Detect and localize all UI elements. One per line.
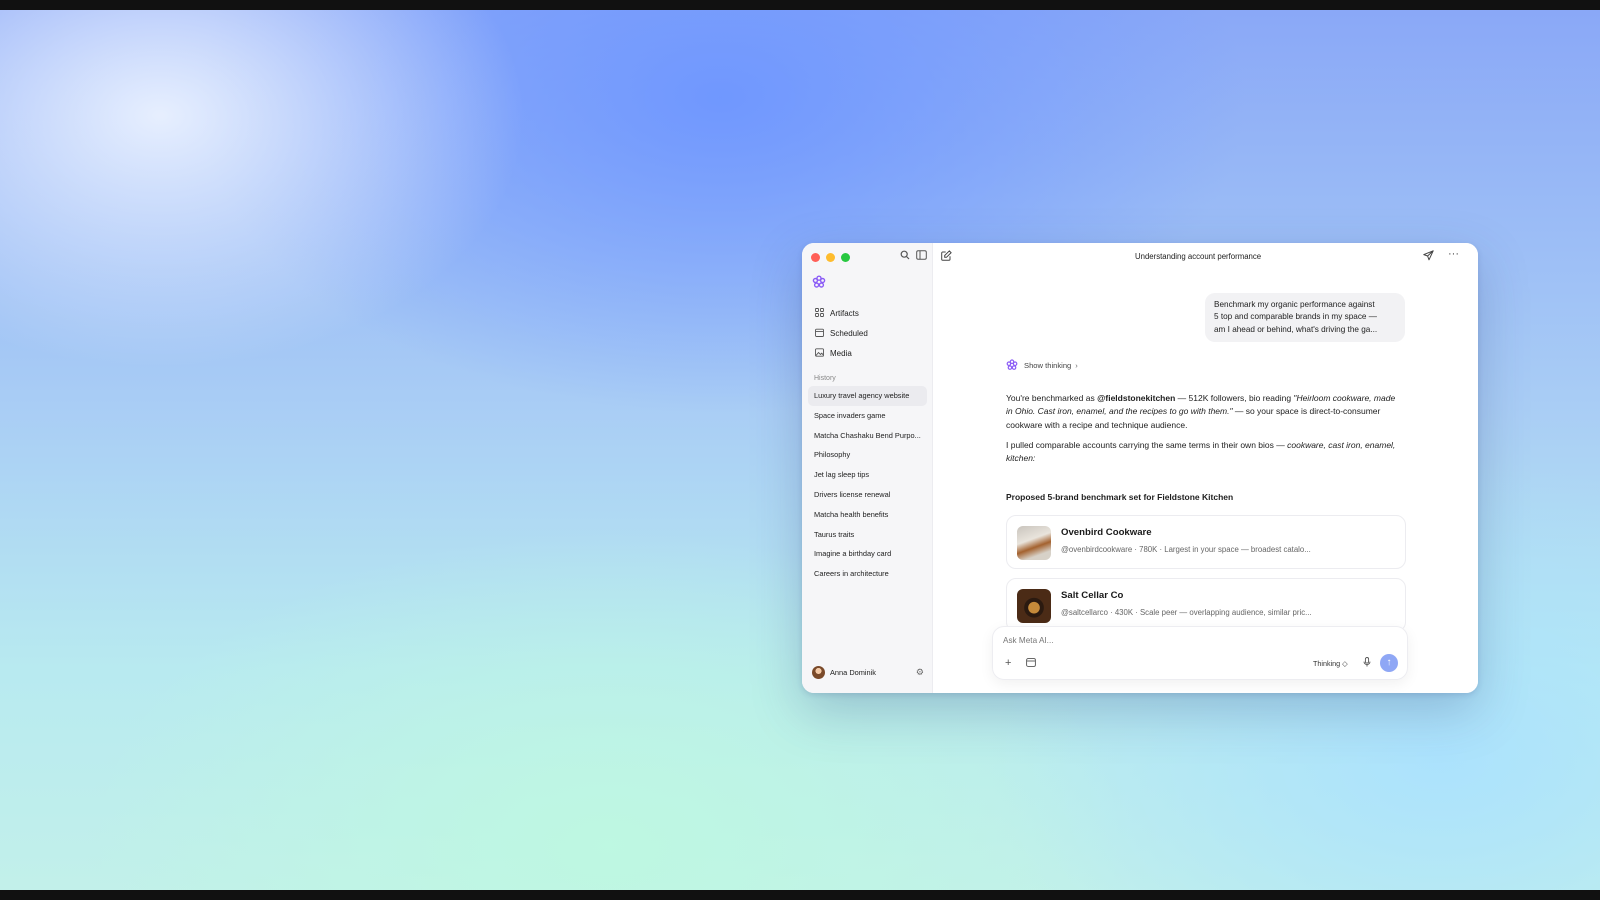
sidebar-item-artifacts[interactable]: Artifacts (808, 303, 927, 323)
gear-icon[interactable]: ⚙ (916, 667, 924, 678)
artifacts-icon (814, 307, 825, 319)
send-button[interactable]: ↑ (1380, 654, 1398, 672)
answer-text: I pulled comparable accounts carrying th… (1006, 439, 1288, 450)
meta-ai-logo-icon (812, 275, 826, 289)
sidebar-item-media[interactable]: Media (808, 343, 927, 363)
brand-detail: @ovenbirdcookware · 780K · Largest in yo… (1061, 545, 1311, 554)
add-icon[interactable]: + (1005, 657, 1011, 669)
answer-text: — 512K followers, bio reading (1175, 393, 1294, 403)
letterbox-bottom (0, 890, 1600, 900)
account-handle: @fieldstonekitchen (1097, 393, 1176, 403)
history-label: History (814, 375, 836, 382)
chevron-right-icon: › (1075, 360, 1078, 370)
message-input[interactable] (1003, 633, 1303, 647)
history-item[interactable]: Drivers license renewal (808, 485, 927, 505)
answer-paragraph: I pulled comparable accounts carrying th… (1006, 439, 1401, 466)
history-item[interactable]: Space invaders game (808, 406, 927, 426)
media-icon (814, 347, 825, 359)
more-options-icon[interactable]: ··· (1448, 248, 1459, 260)
answer-paragraph: You're benchmarked as @fieldstonekitchen… (1006, 392, 1401, 432)
attach-icon[interactable] (1026, 658, 1036, 670)
benchmark-section-title: Proposed 5-brand benchmark set for Field… (1006, 492, 1234, 502)
history-item[interactable]: Jet lag sleep tips (808, 465, 927, 485)
show-thinking-toggle[interactable]: Show thinking › (1006, 359, 1078, 371)
user-message-line: am I ahead or behind, what's driving the… (1214, 324, 1378, 334)
calendar-icon (814, 328, 825, 339)
mode-selector[interactable]: Thinking ◇ (1313, 659, 1348, 668)
sidebar: Artifacts Scheduled Media History Luxury… (802, 243, 933, 693)
avatar (812, 665, 825, 679)
user-message-bubble: Benchmark my organic performance against… (1205, 293, 1405, 343)
user-name: Anna Dominik (830, 667, 877, 677)
history-list: Luxury travel agency website Space invad… (808, 386, 927, 584)
app-window: Artifacts Scheduled Media History Luxury… (802, 243, 1478, 693)
history-item[interactable]: Taurus traits (808, 525, 927, 545)
chat-main: Understanding account performance ··· Be… (933, 243, 1478, 693)
sidebar-item-label: Artifacts (830, 308, 859, 318)
brand-thumbnail (1017, 526, 1051, 560)
answer-text: You're benchmarked as (1006, 393, 1098, 403)
meta-ai-logo-icon (1006, 359, 1018, 370)
brand-card[interactable]: Salt Cellar Co @saltcellarco · 430K · Sc… (1006, 578, 1406, 632)
user-message-line: 5 top and comparable brands in my space … (1214, 312, 1377, 322)
sidebar-toggle-icon[interactable] (914, 250, 928, 264)
show-thinking-label: Show thinking (1024, 360, 1072, 370)
microphone-icon[interactable] (1363, 657, 1371, 670)
history-item[interactable]: Philosophy (808, 445, 927, 465)
sidebar-nav: Artifacts Scheduled Media (808, 303, 927, 363)
search-icon[interactable] (898, 250, 912, 264)
history-item[interactable]: Matcha health benefits (808, 505, 927, 525)
new-chat-icon[interactable] (941, 250, 952, 264)
brand-name: Ovenbird Cookware (1061, 527, 1152, 538)
window-controls (811, 253, 850, 262)
minimize-window-button[interactable] (826, 253, 835, 262)
history-item[interactable]: Careers in architecture (808, 564, 927, 584)
history-item[interactable]: Matcha Chashaku Bend Purpo... (808, 426, 927, 446)
sidebar-item-label: Media (830, 348, 852, 358)
conversation-title: Understanding account performance (1129, 248, 1268, 266)
brand-card[interactable]: Ovenbird Cookware @ovenbirdcookware · 78… (1006, 515, 1406, 569)
assistant-answer: You're benchmarked as @fieldstonekitchen… (1006, 392, 1401, 472)
share-icon[interactable] (1423, 250, 1434, 264)
letterbox-top (0, 0, 1600, 10)
user-message-line: Benchmark my organic performance against (1214, 300, 1375, 309)
desktop-background: Artifacts Scheduled Media History Luxury… (0, 10, 1600, 890)
sidebar-item-label: Scheduled (830, 328, 868, 338)
brand-thumbnail (1017, 589, 1051, 623)
history-item[interactable]: Luxury travel agency website (808, 386, 927, 406)
brand-detail: @saltcellarco · 430K · Scale peer — over… (1061, 608, 1312, 617)
message-composer: + Thinking ◇ ↑ (992, 626, 1408, 680)
sidebar-item-scheduled[interactable]: Scheduled (808, 323, 927, 343)
user-profile[interactable]: Anna Dominik ⚙ (812, 665, 924, 679)
zoom-window-button[interactable] (841, 253, 850, 262)
history-item[interactable]: Imagine a birthday card (808, 544, 927, 564)
close-window-button[interactable] (811, 253, 820, 262)
brand-name: Salt Cellar Co (1061, 590, 1124, 601)
